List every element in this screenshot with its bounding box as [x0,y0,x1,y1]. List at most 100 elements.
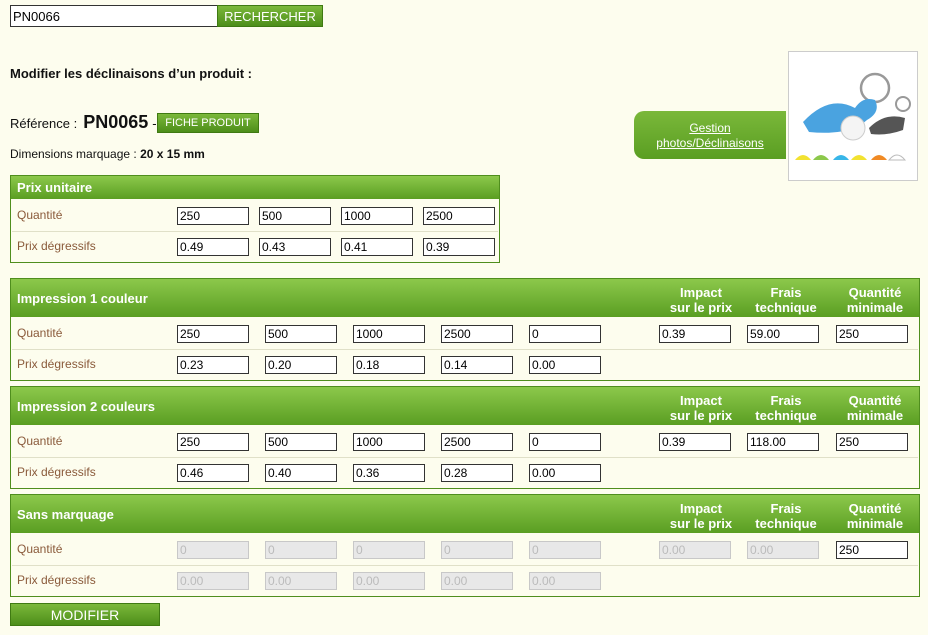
sm-quantity-input [177,541,249,559]
imp2-quantity-input[interactable] [441,433,513,451]
sm-quantity-input [265,541,337,559]
imp1-minimum-input[interactable] [836,325,908,343]
reference-line: Référence : PN0065 - [10,112,157,133]
sm-quantity-input [441,541,513,559]
quantity-label: Quantité [17,208,63,222]
pu-quantity-input[interactable] [341,207,413,225]
imp1-price-input[interactable] [529,356,601,374]
frais-header: Frais technique [736,393,836,423]
reference-dash: - [152,116,157,131]
imp1-price-input[interactable] [177,356,249,374]
imp1-quantity-input[interactable] [441,325,513,343]
search-button[interactable]: RECHERCHER [217,5,323,27]
quantity-label: Quantité [17,434,63,448]
pu-quantity-input[interactable] [423,207,495,225]
dimensions-line: Dimensions marquage : 20 x 15 mm [10,147,205,161]
imp2-quantity-input[interactable] [177,433,249,451]
minimum-header: Quantité minimale [825,501,925,531]
panel-sans-marquage-header: Sans marquage Impact sur le prix Frais t… [11,495,919,533]
imp1-quantity-input[interactable] [177,325,249,343]
panel-prix-unitaire-header: Prix unitaire [11,176,499,199]
pu-price-input[interactable] [341,238,413,256]
fiche-produit-button[interactable]: FICHE PRODUIT [157,113,259,133]
imp2-price-input[interactable] [177,464,249,482]
imp1-quantity-input[interactable] [265,325,337,343]
sm-price-input [177,572,249,590]
frais-header-line2: technique [755,516,817,531]
imp2-quantity-input[interactable] [529,433,601,451]
prices-label: Prix dégressifs [17,465,96,479]
minimum-header-line2: minimale [846,300,904,315]
gestion-link-line1[interactable]: Gestion [634,121,786,136]
row-divider [12,457,918,458]
imp1-price-input[interactable] [353,356,425,374]
sm-price-input [265,572,337,590]
gestion-link-line2[interactable]: photos/Déclinaisons [634,136,786,151]
pu-price-input[interactable] [423,238,495,256]
panel-impression-2-title: Impression 2 couleurs [17,399,155,414]
sm-price-input [441,572,513,590]
pu-price-input[interactable] [177,238,249,256]
panel-prix-unitaire-title: Prix unitaire [17,180,93,195]
imp2-minimum-input[interactable] [836,433,908,451]
frais-header-line2: technique [755,408,817,423]
frais-header-line1: Frais [770,393,802,408]
pu-quantity-input[interactable] [259,207,331,225]
imp2-quantity-input[interactable] [353,433,425,451]
minimum-header-line1: Quantité [848,393,902,408]
pu-quantity-input[interactable] [177,207,249,225]
imp2-price-input[interactable] [265,464,337,482]
minimum-header: Quantité minimale [825,285,925,315]
panel-impression-1-title: Impression 1 couleur [17,291,148,306]
search-input[interactable] [10,5,218,27]
prices-label: Prix dégressifs [17,573,96,587]
imp1-price-input[interactable] [441,356,513,374]
frais-header-line2: technique [755,300,817,315]
frais-header-line1: Frais [770,501,802,516]
imp1-quantity-input[interactable] [353,325,425,343]
prices-label: Prix dégressifs [17,357,96,371]
panel-sans-marquage-title: Sans marquage [17,507,114,522]
sm-frais-input [747,541,819,559]
frais-header: Frais technique [736,501,836,531]
imp2-quantity-input[interactable] [265,433,337,451]
frais-header-line1: Frais [770,285,802,300]
imp2-price-input[interactable] [441,464,513,482]
imp1-impact-input[interactable] [659,325,731,343]
minimum-header-line1: Quantité [848,285,902,300]
sm-quantity-input [353,541,425,559]
row-divider [12,349,918,350]
gestion-photos-button[interactable]: Gestion photos/Déclinaisons [634,111,786,159]
minimum-header-line2: minimale [846,516,904,531]
pu-price-input[interactable] [259,238,331,256]
sm-quantity-input [529,541,601,559]
imp1-frais-input[interactable] [747,325,819,343]
sm-impact-input [659,541,731,559]
prices-label: Prix dégressifs [17,239,96,253]
modifier-button[interactable]: MODIFIER [10,603,160,626]
product-image [788,51,918,181]
imp2-frais-input[interactable] [747,433,819,451]
product-keyring-illustration [795,72,911,161]
imp1-price-input[interactable] [265,356,337,374]
minimum-header: Quantité minimale [825,393,925,423]
row-divider [12,231,498,232]
reference-label: Référence : [10,116,78,131]
quantity-label: Quantité [17,326,63,340]
sm-price-input [529,572,601,590]
dimensions-label: Dimensions marquage : [10,147,137,161]
imp2-price-input[interactable] [529,464,601,482]
page-title: Modifier les déclinaisons d’un produit : [10,66,252,81]
panel-impression-1-header: Impression 1 couleur Impact sur le prix … [11,279,919,317]
minimum-header-line2: minimale [846,408,904,423]
imp2-impact-input[interactable] [659,433,731,451]
imp1-quantity-input[interactable] [529,325,601,343]
imp2-price-input[interactable] [353,464,425,482]
sm-minimum-input[interactable] [836,541,908,559]
row-divider [12,565,918,566]
minimum-header-line1: Quantité [848,501,902,516]
quantity-label: Quantité [17,542,63,556]
reference-value: PN0065 [83,112,149,132]
sm-price-input [353,572,425,590]
frais-header: Frais technique [736,285,836,315]
